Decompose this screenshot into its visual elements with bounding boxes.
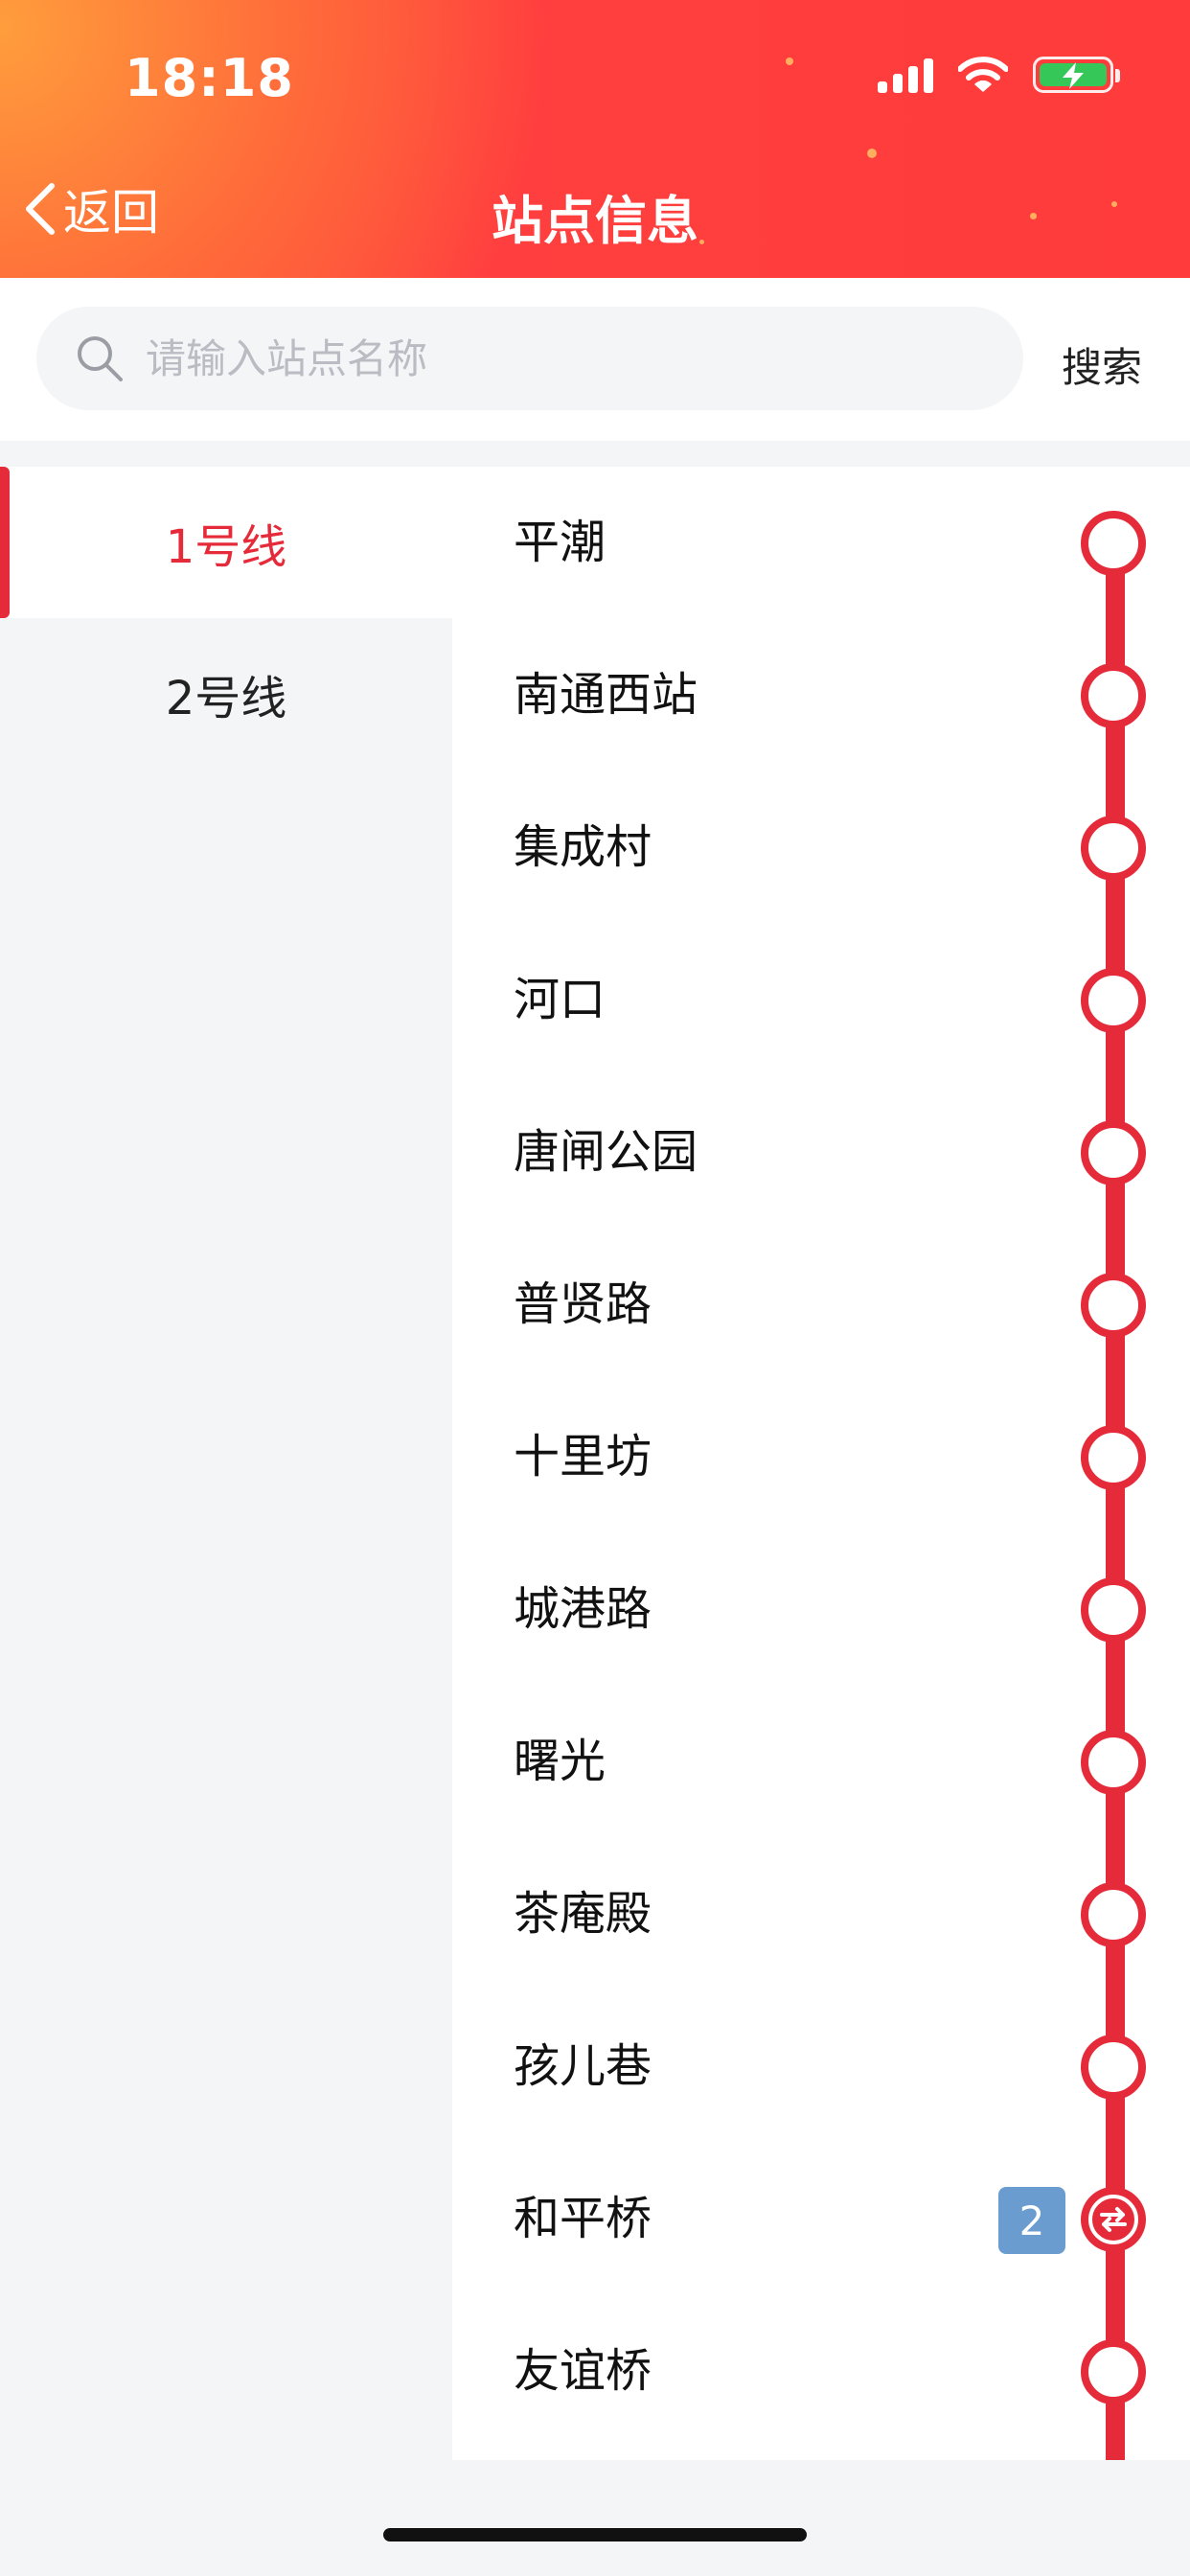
station-name: 和平桥 — [514, 2192, 652, 2245]
station-name: 唐闸公园 — [514, 1125, 698, 1179]
line-list: 1号线 2号线 — [0, 467, 452, 2460]
search-icon — [78, 336, 123, 381]
station-item[interactable]: 唐闸公园 — [452, 1076, 1190, 1229]
station-node-icon — [1081, 968, 1146, 1033]
search-button[interactable]: 搜索 — [1062, 335, 1142, 394]
station-item[interactable]: 平潮 — [452, 467, 1190, 619]
station-node-icon — [1081, 1120, 1146, 1185]
station-node-icon — [1081, 1730, 1146, 1795]
status-time: 18:18 — [125, 48, 294, 108]
station-item[interactable]: 普贤路 — [452, 1229, 1190, 1381]
station-name: 十里坊 — [514, 1430, 652, 1484]
search-box[interactable] — [36, 307, 1023, 410]
station-item[interactable]: 孩儿巷 — [452, 1990, 1190, 2143]
search-bar: 搜索 — [0, 278, 1190, 441]
wifi-icon — [958, 57, 1008, 92]
station-node-icon — [1081, 2035, 1146, 2100]
cellular-signal-icon — [878, 57, 933, 93]
station-name: 平潮 — [514, 516, 606, 569]
decor-spark — [867, 149, 877, 158]
station-item[interactable]: 河口 — [452, 924, 1190, 1076]
station-name: 友谊桥 — [514, 2344, 652, 2398]
tab-line-2[interactable]: 2号线 — [0, 618, 452, 770]
station-node-icon — [1081, 663, 1146, 728]
station-item[interactable]: 南通西站 — [452, 619, 1190, 771]
home-indicator — [383, 2528, 807, 2542]
station-item[interactable]: 友谊桥 — [452, 2295, 1190, 2448]
station-name: 曙光 — [514, 1735, 606, 1788]
station-name: 茶庵殿 — [514, 1887, 652, 1941]
station-node-icon — [1081, 816, 1146, 881]
station-node-icon — [1081, 1577, 1146, 1643]
station-item[interactable]: 城港路 — [452, 1533, 1190, 1686]
station-node-icon — [1081, 1882, 1146, 1947]
transfer-icon — [1081, 2187, 1146, 2252]
transfer-line-badge: 2 — [998, 2187, 1065, 2254]
station-item[interactable]: 曙光 — [452, 1686, 1190, 1838]
station-item[interactable]: 茶庵殿 — [452, 1838, 1190, 1990]
station-item[interactable]: 十里坊 — [452, 1381, 1190, 1533]
page-title: 站点信息 — [492, 191, 698, 251]
station-item-transfer[interactable]: 和平桥 2 — [452, 2143, 1190, 2295]
station-name: 河口 — [514, 973, 606, 1026]
status-icons — [878, 56, 1120, 94]
app-header: 18:18 返回 站点信息 — [0, 0, 1190, 278]
station-name: 集成村 — [514, 820, 652, 874]
decor-spark — [786, 58, 793, 65]
station-name: 孩儿巷 — [514, 2039, 652, 2093]
search-input[interactable] — [144, 334, 972, 383]
station-name: 南通西站 — [514, 668, 698, 722]
station-node-icon — [1081, 2339, 1146, 2404]
station-node-icon — [1081, 511, 1146, 576]
station-item[interactable]: 集成村 — [452, 771, 1190, 924]
battery-charging-icon — [1033, 57, 1120, 93]
station-list: 平潮 南通西站 集成村 河口 唐闸公园 普贤路 十里坊 城港路 曙光 茶庵殿 孩… — [452, 467, 1190, 2460]
station-name: 普贤路 — [514, 1277, 652, 1331]
station-node-icon — [1081, 1273, 1146, 1338]
tab-line-1[interactable]: 1号线 — [0, 467, 452, 618]
station-name: 城港路 — [514, 1582, 652, 1636]
station-node-icon — [1081, 1425, 1146, 1490]
